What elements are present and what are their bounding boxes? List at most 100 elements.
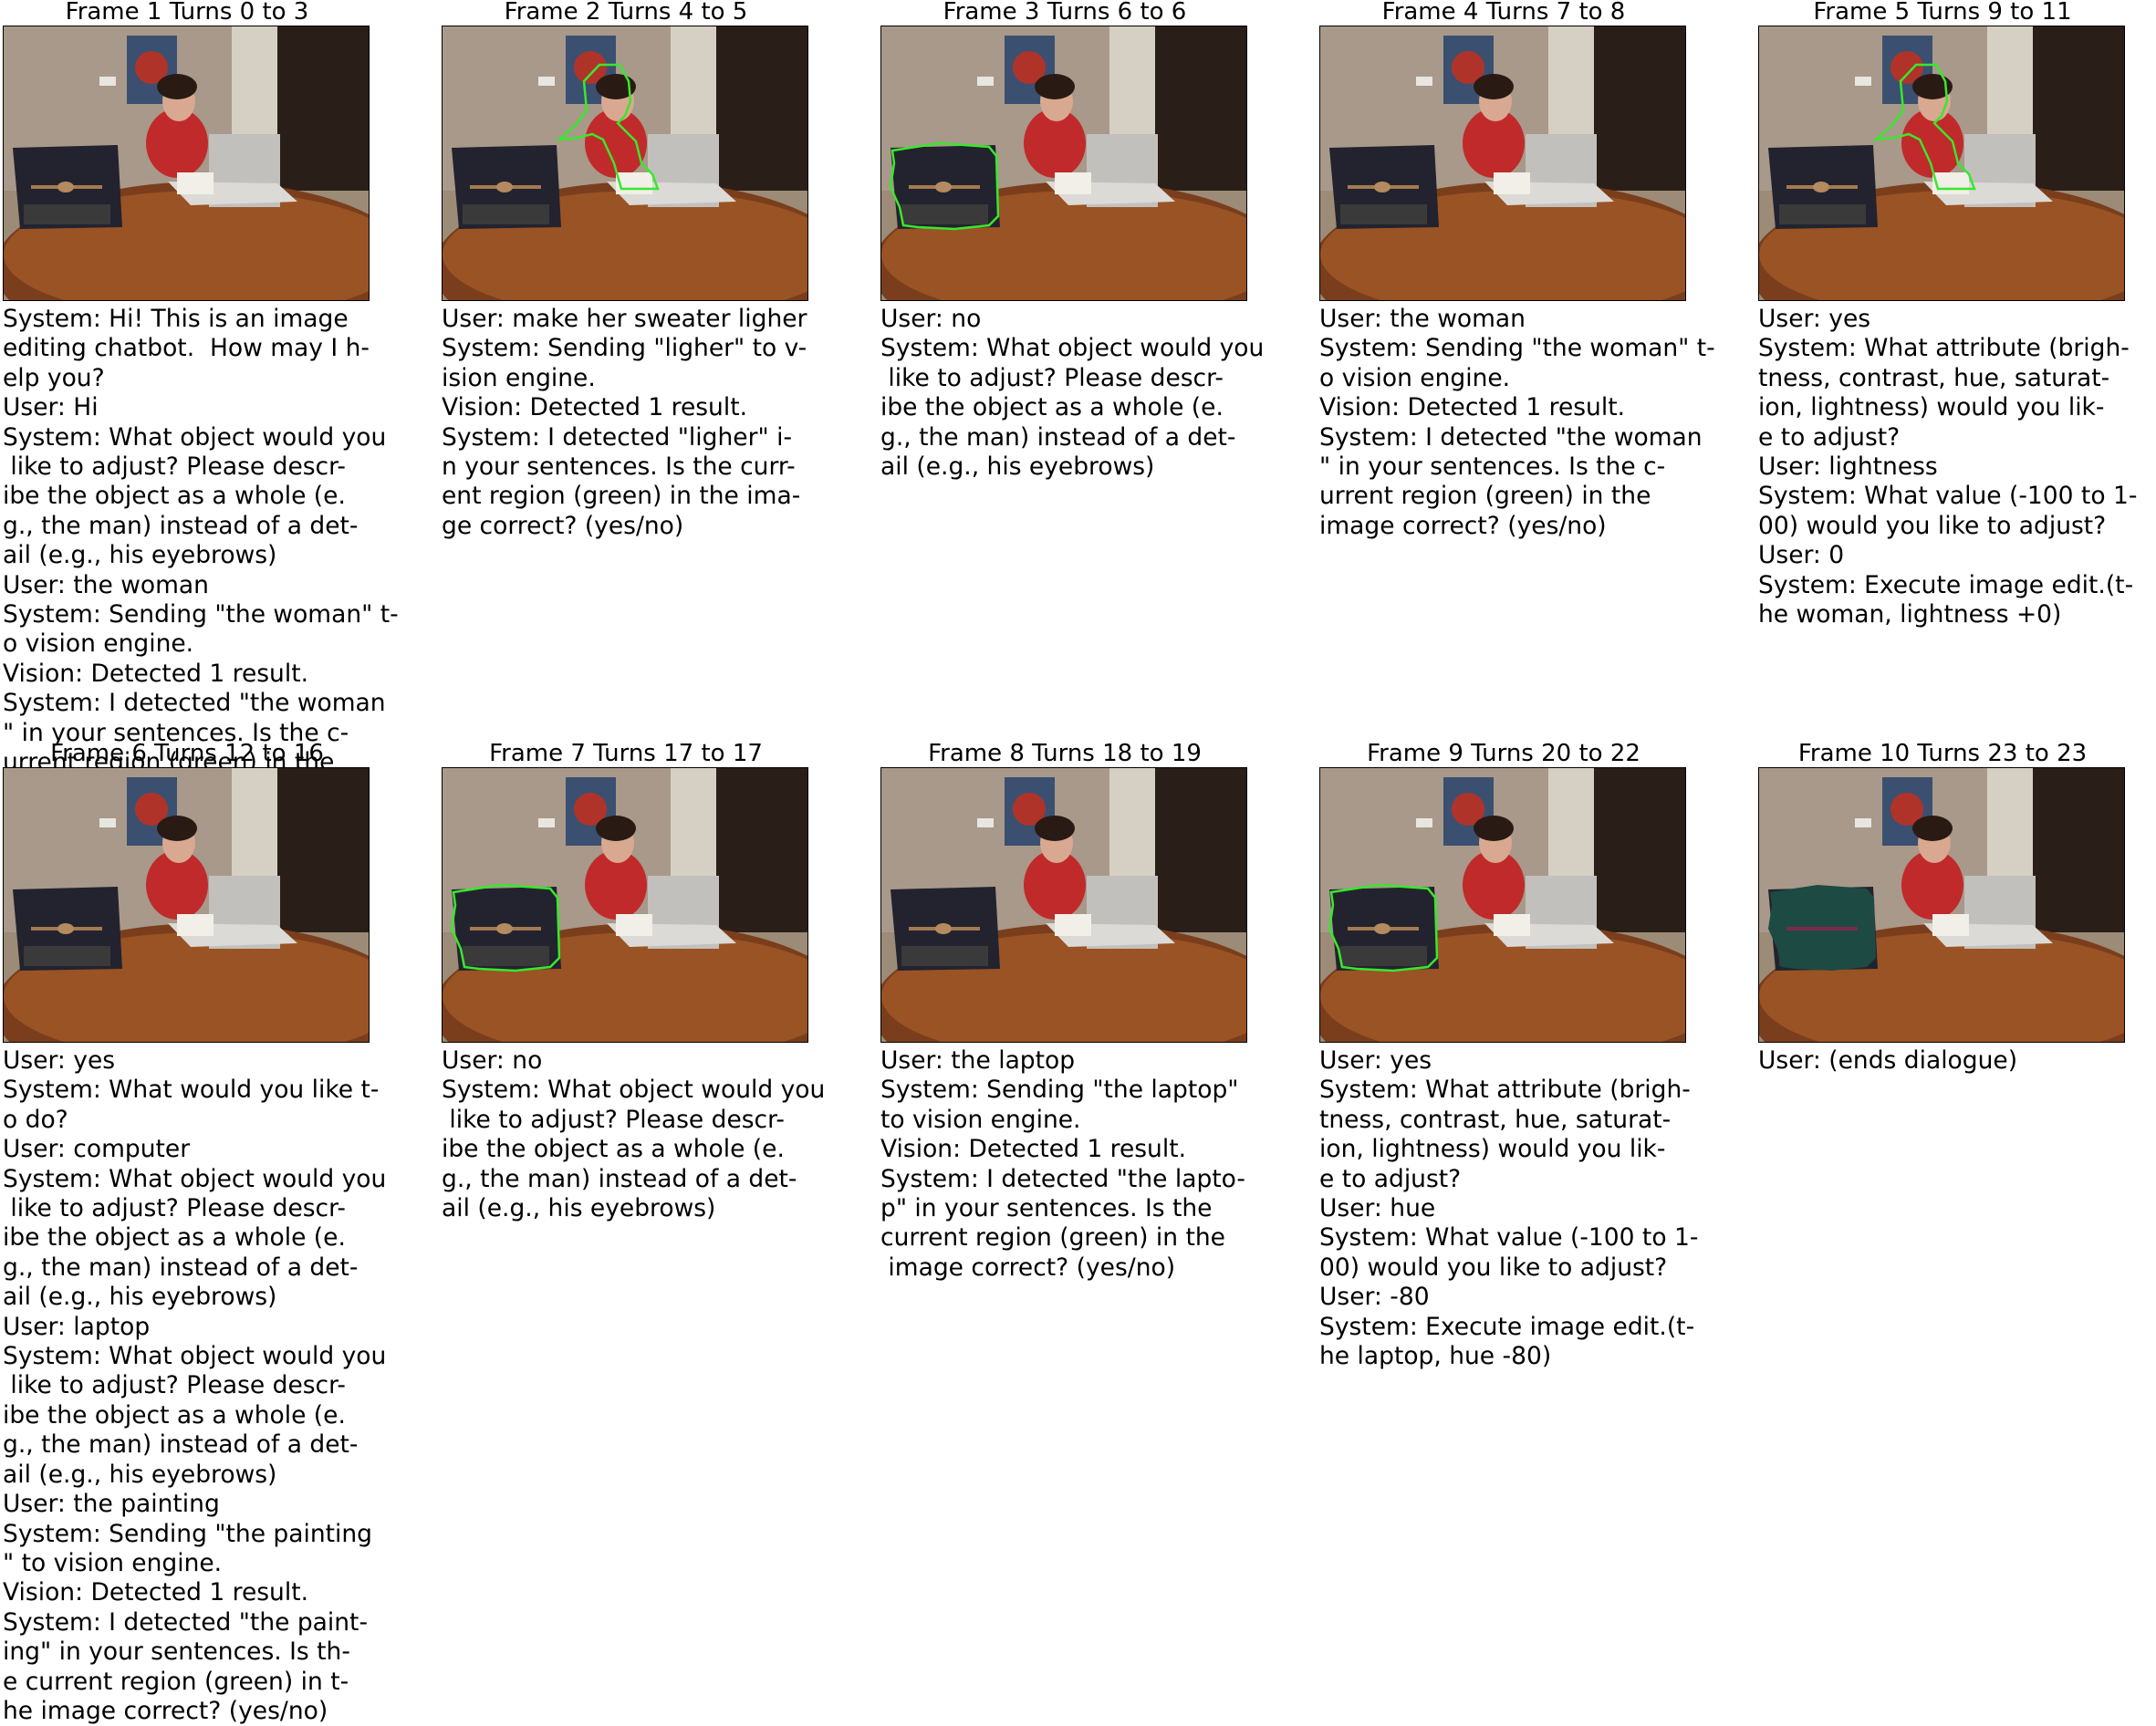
transcript-line: User: the painting: [3, 1490, 220, 1519]
transcript-line: System: Sending "the woman" t-: [3, 600, 399, 629]
frame-title: Frame 9 Turns 20 to 22: [1367, 740, 1640, 767]
dialogue-transcript: User: the woman System: Sending "the woma…: [1319, 305, 1715, 541]
scene-illustration: [4, 768, 369, 1042]
transcript-line: o vision engine.: [3, 629, 194, 659]
transcript-line: System: Sending "ligher" to v-: [442, 334, 807, 363]
transcript-line: Vision: Detected 1 result.: [880, 1135, 1187, 1164]
frame-title: Frame 4 Turns 7 to 8: [1381, 0, 1626, 26]
transcript-line: User: laptop: [3, 1312, 151, 1341]
scene-illustration: [4, 26, 369, 300]
transcript-line: elp you?: [3, 363, 105, 392]
transcript-line: Vision: Detected 1 result.: [1319, 393, 1626, 422]
transcript-line: ion, lightness) would you lik-: [1758, 393, 2105, 422]
transcript-line: ail (e.g., his eyebrows): [3, 1283, 277, 1312]
frame-photo: [1758, 26, 2125, 301]
transcript-line: System: Hi! This is an image: [3, 305, 349, 333]
transcript-line: urrent region (green) in the: [1319, 482, 1651, 511]
frame-photo: [442, 767, 808, 1043]
transcript-line: he woman, lightness +0): [1758, 600, 2062, 629]
transcript-line: User: (ends dialogue): [1758, 1046, 2018, 1075]
scene-illustration: [1320, 768, 1685, 1042]
transcript-line: ion, lightness) would you lik-: [1319, 1135, 1666, 1164]
transcript-line: System: I detected "the woman: [3, 689, 386, 718]
transcript-line: Vision: Detected 1 result.: [442, 393, 748, 422]
transcript-line: System: What object would you: [3, 1164, 387, 1193]
transcript-line: n your sentences. Is the curr-: [442, 452, 796, 482]
scene-illustration: [1320, 26, 1685, 300]
transcript-line: System: What attribute (brigh-: [1758, 334, 2130, 363]
transcript-line: g., the man) instead of a det-: [3, 1430, 359, 1460]
transcript-line: User: lightness: [1758, 452, 1938, 482]
transcript-line: User: computer: [3, 1135, 191, 1164]
dialogue-transcript: User: yes System: What attribute (brigh-t…: [1319, 1046, 1698, 1371]
transcript-line: like to adjust? Please descr-: [3, 1194, 346, 1223]
frame-photo: [3, 767, 370, 1043]
transcript-line: User: the laptop: [880, 1046, 1076, 1075]
dialogue-transcript: System: Hi! This is an image editing chat…: [3, 305, 399, 778]
transcript-line: o vision engine.: [1319, 363, 1511, 392]
transcript-line: ision engine.: [442, 363, 596, 392]
transcript-line: tness, contrast, hue, saturat-: [1758, 363, 2110, 392]
scene-illustration: [881, 768, 1246, 1042]
scene-illustration: [1759, 768, 2124, 1042]
transcript-line: System: I detected "the lapto-: [880, 1164, 1245, 1193]
frame-photo: [1319, 26, 1686, 301]
transcript-line: System: Execute image edit.(t-: [1319, 1312, 1695, 1341]
transcript-line: System: Sending "the painting: [3, 1519, 373, 1548]
transcript-line: to vision engine.: [880, 1105, 1081, 1134]
transcript-line: User: hue: [1319, 1194, 1436, 1223]
frame-title: Frame 3 Turns 6 to 6: [943, 0, 1187, 26]
transcript-line: System: I detected "the paint-: [3, 1607, 369, 1637]
transcript-line: User: Hi: [3, 393, 99, 422]
transcript-line: like to adjust? Please descr-: [880, 363, 1224, 392]
transcript-line: User: yes: [1319, 1046, 1432, 1075]
transcript-line: Vision: Detected 1 result.: [3, 659, 309, 688]
transcript-line: 00) would you like to adjust?: [1319, 1253, 1668, 1282]
transcript-line: ail (e.g., his eyebrows): [880, 452, 1155, 482]
scene-illustration: [443, 26, 807, 300]
transcript-line: User: the woman: [1319, 305, 1526, 333]
transcript-line: p" in your sentences. Is the: [880, 1194, 1213, 1223]
frame-title: Frame 2 Turns 4 to 5: [504, 0, 748, 26]
transcript-line: ibe the object as a whole (e.: [3, 1400, 346, 1430]
dialogue-transcript: User: the laptop System: Sending "the lap…: [880, 1046, 1245, 1283]
transcript-line: ail (e.g., his eyebrows): [442, 1194, 716, 1223]
transcript-line: editing chatbot. How may I h-: [3, 334, 370, 363]
transcript-line: System: Execute image edit.(t-: [1758, 570, 2134, 599]
transcript-line: 00) would you like to adjust?: [1758, 511, 2107, 540]
transcript-line: System: Sending "the laptop": [880, 1076, 1239, 1105]
transcript-line: image correct? (yes/no): [880, 1253, 1176, 1282]
transcript-line: System: What attribute (brigh-: [1319, 1076, 1691, 1105]
scene-illustration: [1759, 26, 2124, 300]
transcript-line: like to adjust? Please descr-: [3, 452, 346, 482]
transcript-line: ibe the object as a whole (e.: [3, 1223, 346, 1253]
transcript-line: User: yes: [3, 1046, 116, 1075]
dialogue-transcript: User: no System: What object would you li…: [442, 1046, 825, 1223]
transcript-line: current region (green) in the: [880, 1223, 1225, 1253]
transcript-line: Vision: Detected 1 result.: [3, 1578, 309, 1607]
transcript-line: e to adjust?: [1319, 1164, 1462, 1193]
transcript-line: User: 0: [1758, 541, 1845, 570]
dialogue-transcript: User: no System: What object would you li…: [880, 305, 1264, 482]
transcript-line: System: What value (-100 to 1-: [1758, 482, 2138, 511]
transcript-line: User: the woman: [3, 570, 209, 599]
transcript-line: ge correct? (yes/no): [442, 511, 684, 540]
transcript-line: ibe the object as a whole (e.: [880, 393, 1224, 422]
transcript-line: g., the man) instead of a det-: [880, 422, 1236, 452]
frame-title: Frame 1 Turns 0 to 3: [65, 0, 309, 26]
transcript-line: System: What object would you: [442, 1076, 826, 1105]
transcript-line: System: I detected "ligher" i-: [442, 422, 793, 452]
transcript-line: ail (e.g., his eyebrows): [3, 541, 277, 570]
dialogue-transcript: User: (ends dialogue): [1758, 1046, 2017, 1076]
dialogue-transcript: User: yes System: What would you like t-o…: [3, 1046, 386, 1726]
frame-photo: [442, 26, 808, 301]
transcript-line: User: no: [442, 1046, 543, 1075]
frame-title: Frame 5 Turns 9 to 11: [1813, 0, 2072, 26]
frame-photo: [880, 767, 1247, 1043]
transcript-line: ibe the object as a whole (e.: [3, 482, 346, 511]
transcript-line: g., the man) instead of a det-: [3, 511, 359, 540]
transcript-line: o do?: [3, 1105, 68, 1134]
transcript-line: System: What value (-100 to 1-: [1319, 1223, 1699, 1253]
transcript-line: User: -80: [1319, 1283, 1430, 1312]
transcript-line: g., the man) instead of a det-: [442, 1164, 797, 1193]
